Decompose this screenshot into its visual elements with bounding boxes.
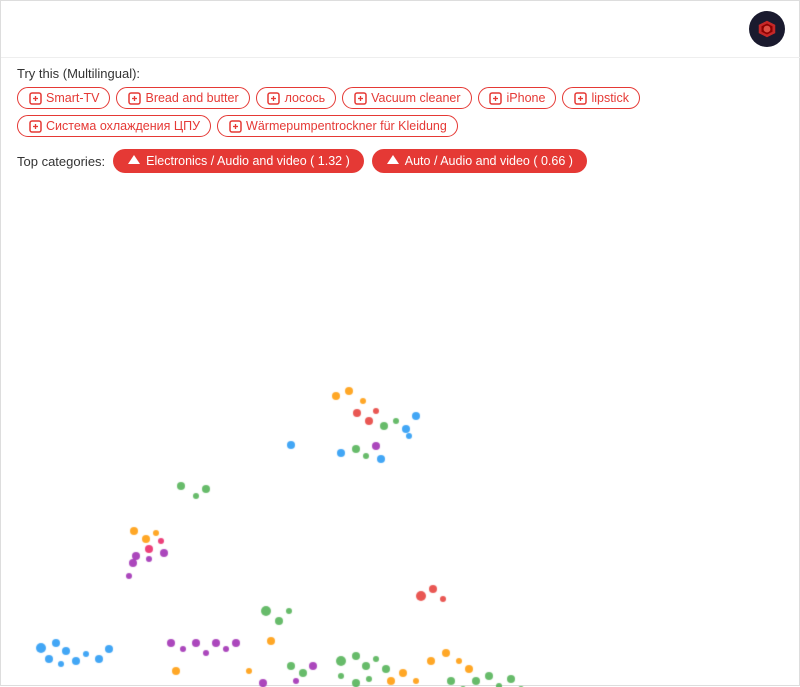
tag-label: Vacuum cleaner [371,91,460,105]
categories-row: Top categories: Electronics / Audio and … [1,143,800,181]
tag-smart-tv[interactable]: Smart-TV [17,87,110,109]
tag-label: Wärmepumpentrockner für Kleidung [246,119,447,133]
tags-row-2: Система охлаждения ЦПУ Wärmepumpentrockn… [1,113,800,143]
categories-label: Top categories: [17,154,105,169]
tag-icon [28,91,42,105]
cat-auto[interactable]: Auto / Audio and video ( 0.66 ) [372,149,587,173]
tag-icon [489,91,503,105]
category-label: Auto / Audio and video ( 0.66 ) [405,154,573,168]
try-this-section: Try this (Multilingual): [1,58,800,85]
try-this-label: Try this (Multilingual): [17,66,140,81]
tags-row-1: Smart-TV Bread and butter лосось Vacuum … [1,85,800,113]
tag-label: Smart-TV [46,91,99,105]
tag-label: лосось [285,91,326,105]
tag-label: lipstick [591,91,629,105]
tag-icon [28,119,42,133]
tag-vacuum[interactable]: Vacuum cleaner [342,87,471,109]
logo-icon [749,11,785,47]
tag-bread[interactable]: Bread and butter [116,87,249,109]
tag-label: Bread and butter [145,91,238,105]
scatter-canvas [1,181,800,687]
category-icon [386,154,400,168]
tag-label: Система охлаждения ЦПУ [46,119,200,133]
category-icon [127,154,141,168]
tag-salmon[interactable]: лосось [256,87,337,109]
tag-lipstick[interactable]: lipstick [562,87,640,109]
tag-icon [573,91,587,105]
tag-icon [267,91,281,105]
tag-washer[interactable]: Wärmepumpentrockner für Kleidung [217,115,458,137]
search-bar: Smart-TV [1,1,800,58]
tag-icon [228,119,242,133]
tag-cpu[interactable]: Система охлаждения ЦПУ [17,115,211,137]
tag-label: iPhone [507,91,546,105]
scatter-area [1,181,800,687]
tag-icon [127,91,141,105]
category-label: Electronics / Audio and video ( 1.32 ) [146,154,350,168]
cat-electronics[interactable]: Electronics / Audio and video ( 1.32 ) [113,149,364,173]
tag-icon [353,91,367,105]
tag-iphone[interactable]: iPhone [478,87,557,109]
search-input[interactable]: Smart-TV [17,19,739,40]
